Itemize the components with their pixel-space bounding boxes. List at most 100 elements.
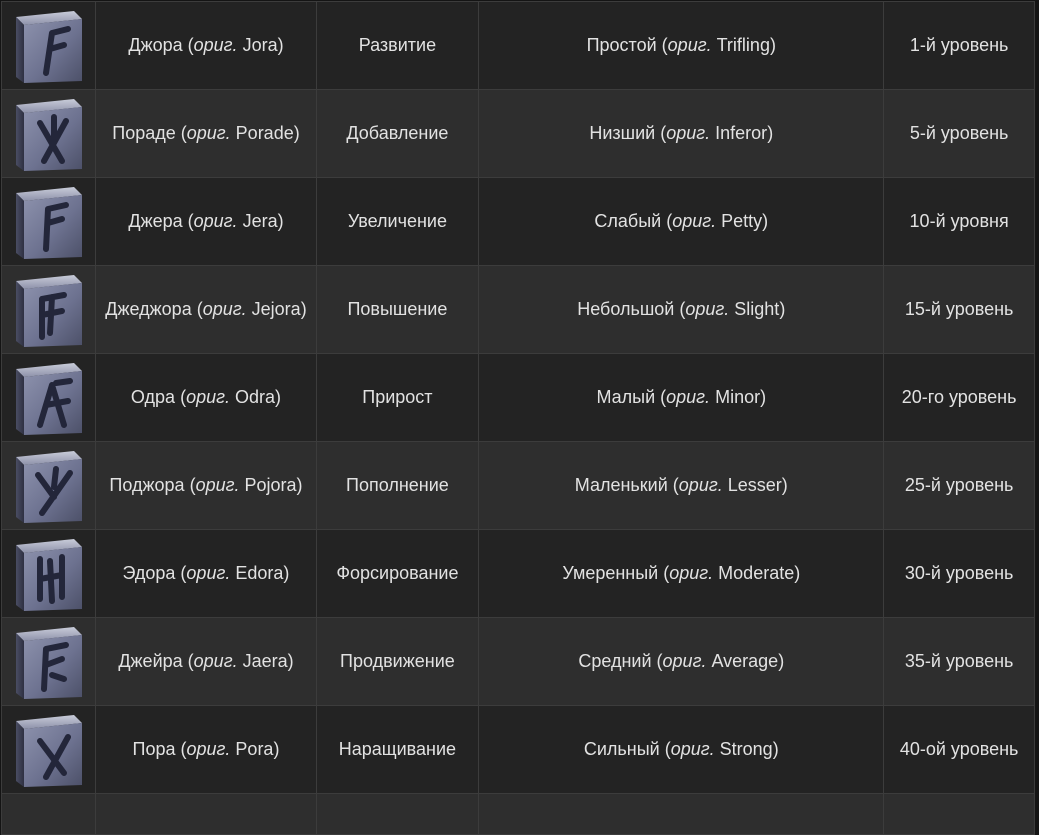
rune-orig-tier: Trifling xyxy=(716,35,770,55)
rune-level: 10-й уровня xyxy=(909,211,1009,231)
rune-name: Одра xyxy=(130,387,176,407)
rune-orig-name: Jora xyxy=(242,35,278,55)
rune-name-cell: Поджора (ориг. Pojora) xyxy=(95,441,317,530)
rune-tier-cell: Низший (ориг. Inferor) xyxy=(478,89,885,178)
rune-level: 35-й уровень xyxy=(904,651,1014,671)
rune-name: Пораде xyxy=(112,123,176,143)
rune-orig-tier: Petty xyxy=(721,211,763,231)
rune-effect-cell: Повышение xyxy=(315,265,480,354)
rune-level-cell: 25-й уровень xyxy=(883,441,1035,530)
rune-pojora-icon xyxy=(15,450,82,523)
rune-level: 1-й уровень xyxy=(909,35,1009,55)
orig-label: ориг. xyxy=(186,739,231,759)
rune-icon-cell xyxy=(0,705,97,794)
rune-tier: Простой xyxy=(586,35,657,55)
orig-label: ориг. xyxy=(672,211,717,231)
rune-table-body: Джора (ориг. Jora) Развитие Простой (ори… xyxy=(0,1,1035,835)
rune-tier-cell: Малый (ориг. Minor) xyxy=(478,353,885,442)
rune-level: 15-й уровень xyxy=(904,299,1014,319)
rune-name: Джора xyxy=(128,35,183,55)
rune-level-cell: 30-й уровень xyxy=(883,529,1035,618)
rune-level-cell: 20-го уровень xyxy=(883,353,1035,442)
orig-label: ориг. xyxy=(669,563,714,583)
rune-level: 25-й уровень xyxy=(904,475,1014,495)
orig-label: ориг. xyxy=(193,651,238,671)
rune-name-cell: Эдора (ориг. Edora) xyxy=(95,529,317,618)
rune-name: Джеджора xyxy=(105,299,192,319)
rune-effect: Добавление xyxy=(346,123,449,143)
rune-icon-cell xyxy=(0,177,97,266)
rune-icon-cell xyxy=(0,89,97,178)
rune-level: 40-ой уровень xyxy=(899,739,1019,759)
table-row: Джеджора (ориг. Jejora) Повышение Неболь… xyxy=(0,265,1035,354)
rune-level-cell: 35-й уровень xyxy=(883,617,1035,706)
rune-orig-name: Pojora xyxy=(244,475,297,495)
table-row: Джейра (ориг. Jaera) Продвижение Средний… xyxy=(0,617,1035,706)
rune-orig-tier: Moderate xyxy=(718,563,795,583)
rune-table: Джора (ориг. Jora) Развитие Простой (ори… xyxy=(0,1,1035,835)
rune-name-cell: Джейра (ориг. Jaera) xyxy=(95,617,317,706)
rune-name: Пора xyxy=(132,739,176,759)
orig-label: ориг. xyxy=(195,475,240,495)
rune-odra-icon xyxy=(15,362,82,435)
rune-tier: Сильный xyxy=(583,739,660,759)
rune-name: Эдора xyxy=(122,563,176,583)
rune-effect-cell: Форсирование xyxy=(315,529,480,618)
orig-label: ориг. xyxy=(685,299,730,319)
rune-jora-icon xyxy=(15,10,82,83)
rune-tier-cell: Слабый (ориг. Petty) xyxy=(478,177,885,266)
orig-label: ориг. xyxy=(186,123,231,143)
rune-orig-name: Pora xyxy=(235,739,274,759)
orig-label: ориг. xyxy=(670,739,715,759)
rune-effect-cell: Увеличение xyxy=(315,177,480,266)
orig-label: ориг. xyxy=(678,475,723,495)
rune-effect: Пополнение xyxy=(346,475,449,495)
rune-edora-icon xyxy=(15,538,82,611)
rune-icon-cell xyxy=(0,441,97,530)
rune-icon-cell xyxy=(0,617,97,706)
rune-effect: Развитие xyxy=(358,35,437,55)
rune-orig-tier: Slight xyxy=(734,299,780,319)
rune-tier: Низший xyxy=(589,123,656,143)
rune-effect-cell: Добавление xyxy=(315,89,480,178)
orig-label: ориг. xyxy=(666,123,711,143)
table-row: Поджора (ориг. Pojora) Пополнение Малень… xyxy=(0,441,1035,530)
rune-tier-cell: Простой (ориг. Trifling) xyxy=(478,1,885,90)
orig-label: ориг. xyxy=(186,563,231,583)
rune-orig-name: Jera xyxy=(242,211,278,231)
rune-tier-cell: Небольшой (ориг. Slight) xyxy=(478,265,885,354)
rune-effect: Форсирование xyxy=(336,563,459,583)
rune-orig-name: Edora xyxy=(235,563,284,583)
rune-tier-cell: Сильный (ориг. Strong) xyxy=(478,705,885,794)
orig-label: ориг. xyxy=(186,387,230,407)
rune-effect-cell: Прирост xyxy=(315,353,480,442)
rune-effect: Повышение xyxy=(347,299,448,319)
orig-label: ориг. xyxy=(667,35,712,55)
rune-jera-icon xyxy=(15,186,82,259)
rune-level-cell: 5-й уровень xyxy=(883,89,1035,178)
rune-tier: Умеренный xyxy=(562,563,659,583)
rune-name-cell: Джера (ориг. Jera) xyxy=(95,177,317,266)
rune-name-cell xyxy=(95,793,317,835)
table-row: Джера (ориг. Jera) Увеличение Слабый (ор… xyxy=(0,177,1035,266)
rune-tier: Маленький xyxy=(574,475,668,495)
rune-jaera-icon xyxy=(15,626,82,699)
rune-pora-icon xyxy=(15,714,82,787)
table-row: Одра (ориг. Odra) Прирост Малый (ориг. M… xyxy=(0,353,1035,442)
rune-effect: Продвижение xyxy=(340,651,455,671)
table-row: Джора (ориг. Jora) Развитие Простой (ори… xyxy=(0,1,1035,90)
rune-name-cell: Джеджора (ориг. Jejora) xyxy=(95,265,317,354)
rune-icon-cell xyxy=(0,529,97,618)
rune-level: 30-й уровень xyxy=(904,563,1014,583)
rune-tier-cell: Средний (ориг. Average) xyxy=(478,617,885,706)
rune-tier-cell: Маленький (ориг. Lesser) xyxy=(478,441,885,530)
rune-tier-cell xyxy=(478,793,885,835)
rune-level-cell: 1-й уровень xyxy=(883,1,1035,90)
rune-tier: Небольшой xyxy=(577,299,675,319)
rune-orig-tier: Inferor xyxy=(715,123,768,143)
rune-orig-name: Jejora xyxy=(251,299,301,319)
rune-icon-cell xyxy=(0,1,97,90)
rune-effect: Наращивание xyxy=(338,739,457,759)
rune-level: 20-го уровень xyxy=(901,387,1017,407)
rune-effect: Увеличение xyxy=(347,211,447,231)
